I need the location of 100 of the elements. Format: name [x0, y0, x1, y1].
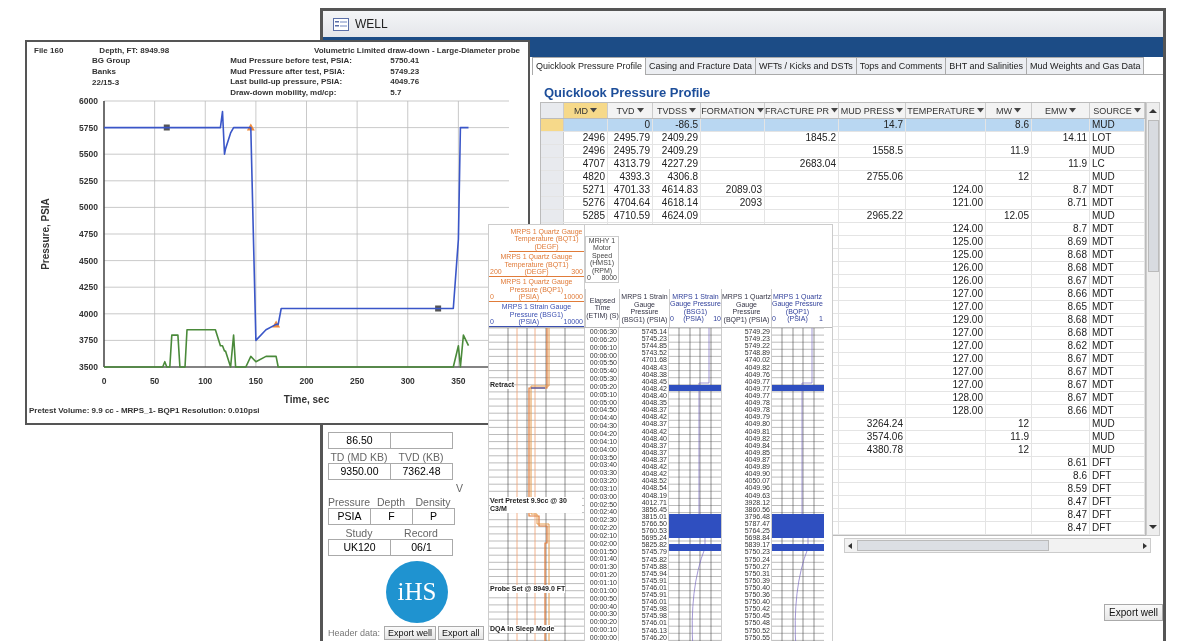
x-tick-label: 200 — [299, 376, 314, 386]
table-cell: 2495.79 — [613, 145, 650, 156]
table-cell: 2495.79 — [613, 132, 650, 143]
x-tick-label: 100 — [198, 376, 213, 386]
table-cell: 11.9 — [1010, 145, 1029, 156]
table-cell: 2683.04 — [799, 158, 836, 169]
table-cell: -86.5 — [675, 119, 698, 130]
table-cell: 8.6 — [1015, 119, 1029, 130]
table-cell: 2755.06 — [866, 171, 903, 182]
table-cell: 8.65 — [1067, 301, 1087, 312]
table-cell: 11.9 — [1068, 158, 1087, 169]
stat-label: Mud Pressure after test, PSIA: — [230, 66, 346, 77]
field-label: TVD (KB) — [397, 451, 445, 463]
table-cell: 5276 — [582, 197, 605, 208]
y-tick-label: 4750 — [79, 229, 98, 239]
table-cell: MDT — [1092, 366, 1114, 377]
y-tick-label: 3750 — [79, 335, 98, 346]
table-cell: DFT — [1092, 496, 1112, 507]
y-tick-label: 5500 — [79, 149, 98, 160]
table-cell: 121.00 — [952, 197, 983, 208]
footer-text: Pretest Volume: 9.9 cc - MRPS_1- BQP1 Resolution: 0.010psi — [28, 406, 261, 415]
y-tick-label: 4250 — [79, 282, 98, 293]
table-cell: 12 — [1017, 171, 1029, 182]
table-cell: 8.6 — [1073, 470, 1087, 481]
y-tick-label: 6000 — [79, 96, 98, 106]
table-cell: 14.11 — [1062, 132, 1087, 143]
table-cell: 8.47 — [1067, 522, 1087, 533]
table-cell: DFT — [1092, 509, 1112, 520]
table-cell: 12 — [1017, 418, 1029, 429]
table-cell: MDT — [1092, 236, 1114, 247]
x-tick-label: 300 — [400, 376, 415, 386]
table-cell: 8.69 — [1067, 236, 1087, 247]
y-tick-label: 3500 — [79, 362, 98, 372]
table-cell: LC — [1092, 158, 1105, 169]
table-cell: DFT — [1092, 522, 1112, 533]
y-tick-label: 4500 — [79, 255, 98, 266]
table-cell: MDT — [1092, 275, 1114, 286]
table-cell: 8.59 — [1067, 483, 1087, 494]
table-cell: 8.71 — [1067, 197, 1087, 208]
table-cell: DFT — [1092, 470, 1112, 481]
table-cell: 4624.09 — [661, 210, 698, 221]
table-cell: 5285 — [582, 210, 605, 221]
table-cell: 4820 — [582, 171, 605, 182]
well-info-text: BG Group — [92, 56, 131, 65]
table-cell: MUD — [1092, 418, 1115, 429]
table-cell: 8.67 — [1067, 353, 1087, 364]
stat-value: 4049.76 — [390, 77, 421, 88]
field-label: TD (MD KB) — [329, 451, 389, 463]
table-cell: MDT — [1092, 314, 1114, 325]
y-tick-label: 5750 — [79, 122, 98, 133]
table-cell: 8.66 — [1067, 405, 1087, 416]
value-field: 06/1 — [390, 539, 453, 556]
y-tick-label: 5250 — [79, 175, 98, 186]
table-cell: MDT — [1092, 353, 1114, 364]
table-cell: MDT — [1092, 327, 1114, 338]
table-cell: 8.62 — [1067, 340, 1087, 351]
x-tick-label: 350 — [451, 376, 466, 386]
table-cell: 4306.8 — [667, 171, 698, 182]
table-cell: 2089.03 — [725, 184, 762, 195]
field-label: Pressure — [328, 496, 370, 508]
value-field: P — [412, 508, 455, 525]
x-tick-label: 150 — [248, 376, 263, 386]
table-cell: 127.00 — [952, 366, 983, 377]
table-cell: LOT — [1092, 132, 1112, 143]
table-cell: 126.00 — [952, 262, 983, 273]
table-cell: MDT — [1092, 379, 1114, 390]
table-cell: 8.47 — [1067, 509, 1087, 520]
table-cell: MUD — [1092, 145, 1115, 156]
x-axis-title: Time, sec — [283, 394, 330, 405]
table-cell: 127.00 — [952, 379, 983, 390]
table-cell: 4707 — [582, 158, 605, 169]
table-cell: DFT — [1092, 483, 1112, 494]
table-cell: 8.68 — [1067, 249, 1087, 260]
stat-value: 5.7 — [390, 87, 403, 98]
table-cell: 8.67 — [1067, 366, 1087, 377]
field-label: Density — [414, 496, 452, 508]
x-tick-label: 250 — [350, 376, 365, 386]
table-cell: 1845.2 — [805, 132, 836, 143]
value-field: PSIA — [328, 508, 371, 525]
table-cell: 5271 — [582, 184, 605, 195]
table-cell: 8.68 — [1067, 314, 1087, 325]
table-cell: MUD — [1092, 171, 1115, 182]
table-cell: 4614.83 — [661, 184, 698, 195]
table-cell: MDT — [1092, 197, 1114, 208]
section-heading: Quicklook Pressure Profile — [544, 85, 712, 100]
table-cell: 11.9 — [1010, 431, 1029, 442]
table-cell: 14.7 — [883, 119, 903, 130]
table-cell: 8.67 — [1067, 379, 1087, 390]
stat-value: 5750.41 — [390, 56, 421, 67]
table-cell: 4701.33 — [613, 184, 650, 195]
table-cell: MDT — [1092, 301, 1114, 312]
table-cell: 8.67 — [1067, 392, 1087, 403]
table-cell: MDT — [1092, 262, 1114, 273]
stat-label: Last build-up pressure, PSIA: — [230, 77, 344, 88]
table-cell: 127.00 — [952, 288, 983, 299]
table-cell: 4313.79 — [613, 158, 650, 169]
field-label: Depth — [376, 496, 406, 508]
table-cell: 125.00 — [952, 236, 983, 247]
window-title: WELL — [355, 17, 388, 31]
table-cell: 127.00 — [952, 353, 983, 364]
